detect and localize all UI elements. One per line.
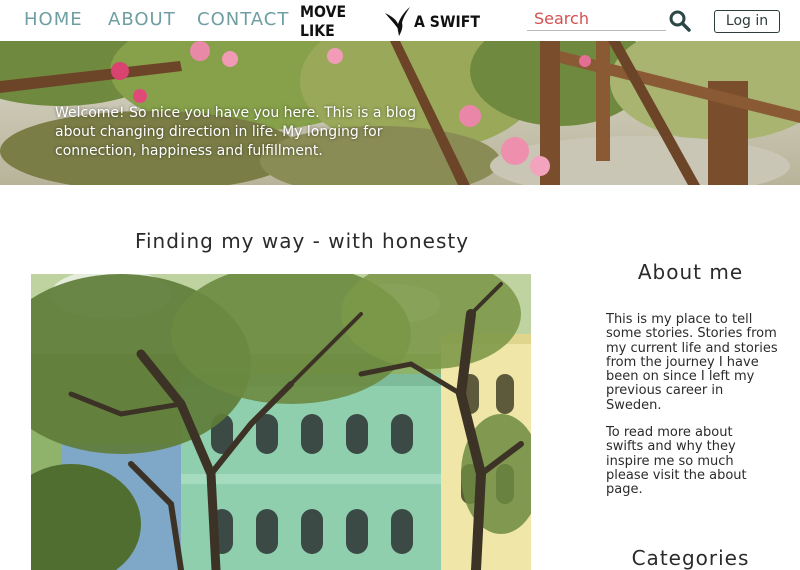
logo-text-right: A SWIFT (414, 11, 480, 31)
top-navigation-bar: HOME ABOUT CONTACT MOVE LIKE A SWIFT Log… (0, 0, 800, 41)
logo-text-left: MOVE LIKE (300, 2, 347, 40)
sidebar-about-more-text: To read more about swifts and why they i… (606, 425, 747, 498)
nav-about-link[interactable]: ABOUT (108, 9, 176, 30)
post-image-graphic (31, 274, 531, 570)
nav-home-link[interactable]: HOME (24, 9, 83, 30)
search-input[interactable] (527, 6, 666, 30)
post-title[interactable]: Finding my way - with honesty (62, 229, 542, 253)
nav-contact-link[interactable]: CONTACT (197, 9, 289, 30)
login-button[interactable]: Log in (714, 10, 780, 33)
swift-bird-icon (385, 7, 410, 36)
search-field[interactable] (527, 6, 666, 31)
sidebar-about-title: About me (637, 260, 744, 284)
hero-banner: Welcome! So nice you have you here. This… (0, 41, 800, 185)
hero-welcome-text: Welcome! So nice you have you here. This… (55, 105, 417, 159)
sidebar-categories-title: Categories (631, 546, 750, 570)
sidebar-about-text: This is my place to tell some stories. S… (606, 312, 778, 413)
site-logo[interactable]: MOVE LIKE A SWIFT (300, 2, 489, 40)
post-featured-image[interactable] (31, 274, 531, 570)
search-icon[interactable] (668, 9, 692, 33)
